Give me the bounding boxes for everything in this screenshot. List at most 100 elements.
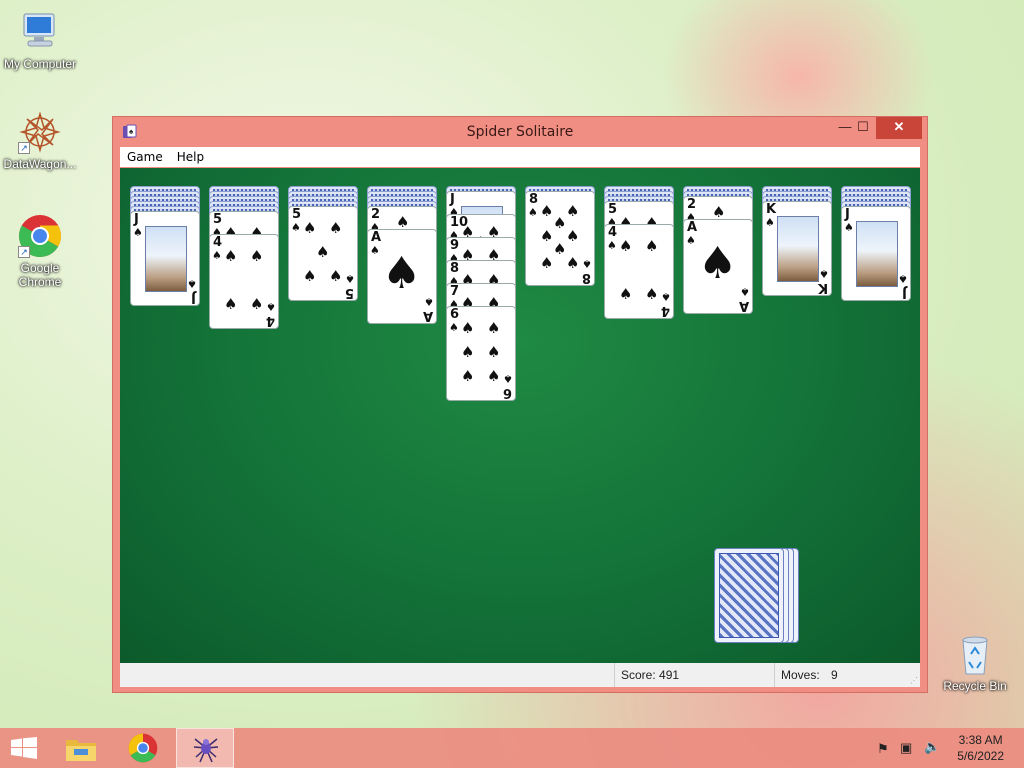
spade-icon: ♠ <box>619 237 633 255</box>
card-rank: K <box>766 202 777 217</box>
spade-icon: ♠ <box>303 219 317 237</box>
card-rank: 2 <box>687 197 697 212</box>
spade-icon: ♠ <box>540 254 554 272</box>
spade-icon: ♠ <box>291 221 301 234</box>
spade-icon: ♠ <box>645 237 659 255</box>
card-rank: 4 <box>608 225 618 240</box>
card-rank: 2 <box>371 207 381 222</box>
windows-start-icon <box>11 737 37 764</box>
moves-display: Moves: 9 <box>774 663 920 687</box>
computer-icon <box>18 10 62 54</box>
card-rank: A <box>738 298 749 313</box>
stock-pile[interactable] <box>714 548 784 643</box>
card-rank: 8 <box>450 261 460 276</box>
spade-icon: ♠ <box>898 272 908 285</box>
chrome-icon: ↗ <box>18 214 62 258</box>
moves-value: 9 <box>831 668 838 682</box>
file-explorer-icon <box>65 734 97 767</box>
resize-grip-icon[interactable]: ⋰ <box>910 676 918 685</box>
playing-card[interactable]: A ♠ A ♠ ♠ <box>683 219 753 314</box>
card-back-pattern <box>719 553 779 638</box>
spade-icon: ♠ <box>396 213 410 231</box>
maximize-button[interactable]: ☐ <box>849 117 877 139</box>
spade-icon: ♠ <box>382 248 422 299</box>
taskbar-chrome[interactable] <box>114 728 172 768</box>
desktop-icon-chrome[interactable]: ↗ Google Chrome <box>0 214 80 289</box>
card-rank: 5 <box>292 207 302 222</box>
card-rank: 9 <box>450 238 460 253</box>
menu-help[interactable]: Help <box>170 147 211 167</box>
face-card-artwork <box>145 226 187 292</box>
spade-icon: ♠ <box>316 243 330 261</box>
playing-card[interactable]: A ♠ A ♠ ♠ <box>367 229 437 324</box>
volume-muted-icon[interactable]: 🔈 <box>924 739 940 755</box>
spade-icon: ♠ <box>661 290 671 303</box>
spade-icon: ♠ <box>698 238 738 289</box>
spade-icon: ♠ <box>844 221 854 234</box>
menu-game[interactable]: Game <box>120 147 170 167</box>
spade-icon: ♠ <box>553 214 567 232</box>
menu-bar: Game Help <box>120 147 920 167</box>
spade-icon: ♠ <box>329 267 343 285</box>
card-rank: J <box>191 290 196 305</box>
game-table: J♠J♠5♠5♠♠♠♠♠♠4♠4♠♠♠♠♠5♠5♠♠♠♠♠♠2♠2♠♠♠A♠A♠… <box>120 168 920 663</box>
spade-icon: ♠ <box>503 372 513 385</box>
spade-icon: ♠ <box>449 321 459 334</box>
start-button[interactable] <box>0 728 48 768</box>
spade-icon: ♠ <box>133 226 143 239</box>
desktop-icon-datawagon[interactable]: ↗ DataWagon... <box>0 110 80 171</box>
spade-icon: ♠ <box>461 343 475 361</box>
title-bar[interactable]: ♠ Spider Solitaire — ☐ ✕ <box>113 117 927 147</box>
spade-icon: ♠ <box>582 257 592 270</box>
playing-card[interactable]: J♠J♠ <box>841 206 911 301</box>
spade-icon: ♠ <box>740 285 750 298</box>
card-rank: 4 <box>660 303 670 318</box>
spade-icon: ♠ <box>765 216 775 229</box>
card-rank: 4 <box>265 313 275 328</box>
card-rank: J <box>845 207 850 222</box>
spade-icon: ♠ <box>553 240 567 258</box>
playing-card[interactable]: J♠J♠ <box>130 211 200 306</box>
spade-icon: ♠ <box>540 227 554 245</box>
spade-icon: ♠ <box>528 206 538 219</box>
playing-card[interactable]: 4 ♠ 4 ♠ ♠ ♠ ♠ ♠ <box>604 224 674 319</box>
spade-icon: ♠ <box>424 295 434 308</box>
spade-icon: ♠ <box>566 202 580 220</box>
spade-icon: ♠ <box>224 247 238 265</box>
playing-card[interactable]: 6 ♠ 6 ♠ ♠ ♠ ♠ ♠ ♠ ♠ <box>446 306 516 401</box>
close-button[interactable]: ✕ <box>876 117 922 139</box>
score-text: Score: 491 <box>621 668 680 682</box>
card-rank: A <box>371 230 382 245</box>
shortcut-arrow-icon: ↗ <box>18 142 30 154</box>
spade-icon: ♠ <box>250 295 264 313</box>
spade-icon: ♠ <box>461 319 475 337</box>
spade-icon: ♠ <box>370 244 380 257</box>
moves-label: Moves: <box>781 668 820 682</box>
desktop-icon-recycle-bin[interactable]: Recycle Bin <box>935 632 1015 693</box>
card-rank: 6 <box>450 307 460 322</box>
playing-card[interactable]: 5♠5♠♠♠♠♠♠ <box>288 206 358 301</box>
playing-card[interactable]: 8♠8♠♠♠♠♠♠♠♠♠ <box>525 191 595 286</box>
score-display: Score: 491 <box>614 663 774 687</box>
taskbar-spider-solitaire[interactable] <box>176 728 234 768</box>
desktop-icon-my-computer[interactable]: My Computer <box>0 10 80 71</box>
card-rank: 5 <box>344 285 354 300</box>
spade-icon: ♠ <box>619 285 633 303</box>
playing-card[interactable]: K ♠ K ♠ <box>762 201 832 296</box>
spade-icon: ♠ <box>566 227 580 245</box>
desktop-icon-label: My Computer <box>3 57 77 71</box>
desktop-icon-label: Google Chrome <box>18 261 62 289</box>
spade-icon: ♠ <box>461 367 475 385</box>
action-center-flag-icon[interactable]: ⚑ <box>877 741 889 757</box>
spade-icon: ♠ <box>566 254 580 272</box>
shortcut-arrow-icon: ↗ <box>18 246 30 258</box>
clock[interactable]: 3:38 AM 5/6/2022 <box>957 732 1004 764</box>
spade-icon: ♠ <box>487 319 501 337</box>
playing-card[interactable]: 4 ♠ 4 ♠ ♠ ♠ ♠ ♠ <box>209 234 279 329</box>
spade-icon: ♠ <box>487 367 501 385</box>
spade-icon: ♠ <box>212 249 222 262</box>
face-card-artwork <box>777 216 819 282</box>
taskbar-file-explorer[interactable] <box>52 728 110 768</box>
system-tray: ⚑ ▣ 🔈 3:38 AM 5/6/2022 <box>864 728 1024 768</box>
network-icon[interactable]: ▣ <box>900 740 912 756</box>
